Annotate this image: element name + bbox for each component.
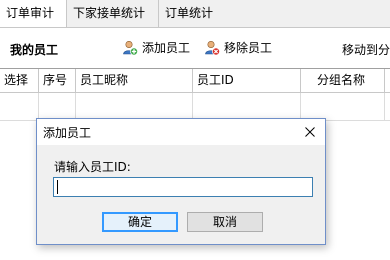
add-employee-label: 添加员工 bbox=[142, 41, 191, 55]
column-divider bbox=[75, 93, 76, 121]
dialog-title: 添加员工 bbox=[43, 126, 92, 140]
text-caret bbox=[57, 180, 58, 194]
dialog-titlebar[interactable]: 添加员工 bbox=[37, 119, 325, 145]
employee-id-input[interactable] bbox=[53, 177, 313, 197]
remove-user-icon bbox=[205, 40, 220, 56]
toolbar: 我的员工 添加员工 移除员工 移动到分 bbox=[0, 28, 390, 68]
tab-order-stats[interactable]: 订单统计 bbox=[159, 0, 231, 27]
section-title: 我的员工 bbox=[10, 43, 59, 57]
column-divider bbox=[384, 93, 385, 121]
cancel-button[interactable]: 取消 bbox=[187, 212, 263, 232]
employee-id-prompt: 请输入员工ID: bbox=[54, 160, 131, 174]
remove-employee-label: 移除员工 bbox=[224, 41, 273, 55]
table-row[interactable] bbox=[0, 93, 390, 121]
column-header-employee-id[interactable]: 员工ID bbox=[193, 69, 301, 92]
tab-order-audit[interactable]: 订单审计 bbox=[0, 0, 67, 27]
column-header-index[interactable]: 序号 bbox=[39, 69, 76, 92]
column-divider bbox=[192, 93, 193, 121]
tab-downstream-order-stats[interactable]: 下家接单统计 bbox=[67, 0, 159, 27]
column-header-select[interactable]: 选择 bbox=[0, 69, 39, 92]
column-divider bbox=[38, 93, 39, 121]
tab-bar: 订单审计 下家接单统计 订单统计 bbox=[0, 0, 390, 28]
ok-button[interactable]: 确定 bbox=[102, 212, 178, 232]
dialog-close-button[interactable] bbox=[295, 119, 325, 145]
add-employee-dialog: 添加员工 请输入员工ID: 确定 取消 bbox=[36, 118, 326, 245]
column-divider bbox=[300, 93, 301, 121]
add-user-icon bbox=[123, 40, 138, 56]
close-icon bbox=[305, 127, 315, 137]
table-header: 选择 序号 员工昵称 员工ID 分组名称 bbox=[0, 69, 390, 93]
column-header-group-name[interactable]: 分组名称 bbox=[301, 69, 385, 92]
column-header-nickname[interactable]: 员工昵称 bbox=[76, 69, 193, 92]
move-to-group-button[interactable]: 移动到分 bbox=[342, 41, 390, 58]
